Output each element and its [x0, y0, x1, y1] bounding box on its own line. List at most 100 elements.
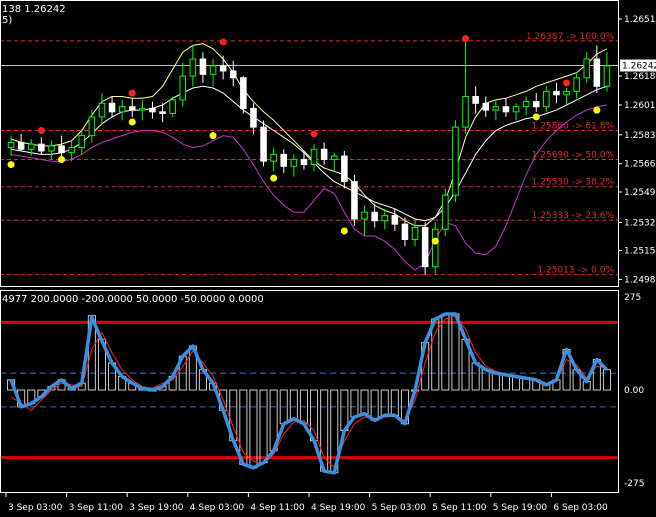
histogram-bar	[441, 313, 450, 391]
candle-body	[7, 141, 15, 149]
time-tick-label: 4 Sep 03:00	[190, 503, 245, 513]
candle-body	[240, 77, 247, 109]
price-tick-label: 1.25665	[624, 160, 656, 170]
price-tick-label: 1.25835	[624, 131, 656, 141]
histogram-bar	[471, 362, 480, 391]
fibonacci-level-label: 1.25530 -> 38.2%	[532, 178, 615, 188]
time-tick-label: 6 Sep 03:00	[553, 503, 608, 513]
time-tick-label: 5 Sep 03:00	[372, 503, 427, 513]
candle-body	[391, 215, 399, 225]
candle-body	[452, 126, 459, 196]
price-tick-label: 1.25155	[624, 247, 656, 257]
oscillator-panel	[0, 312, 618, 475]
price-tick-label: 1.26180	[624, 72, 656, 82]
candle-body	[78, 135, 86, 149]
candle-body	[583, 58, 591, 79]
candle-body	[381, 215, 389, 222]
price-panel-frame	[0, 0, 619, 287]
last-price-marker-label: 1.26242	[622, 62, 656, 72]
candle-body	[411, 227, 419, 240]
candle-body	[290, 158, 298, 167]
fibonacci-level-label: 1.25013 -> 0.0%	[537, 266, 614, 276]
red-signal-dot	[462, 35, 470, 43]
candle-body	[300, 158, 308, 166]
candle-body	[522, 101, 530, 108]
yellow-signal-dot	[128, 118, 136, 126]
time-tick-label: 4 Sep 11:00	[250, 503, 305, 513]
candle-body	[330, 155, 338, 160]
moving-average-magenta-line	[11, 104, 607, 271]
candle-body	[563, 90, 570, 96]
time-tick-label: 3 Sep 11:00	[69, 503, 124, 513]
fibonacci-level-label: 1.26387 -> 100.0%	[526, 32, 614, 42]
histogram-bar	[360, 389, 369, 415]
candle-body	[149, 107, 156, 113]
candle-body	[17, 141, 25, 150]
candle-body	[88, 116, 96, 137]
candle-body	[128, 106, 136, 111]
yellow-signal-dot	[209, 132, 217, 140]
candle-body	[229, 70, 237, 79]
candle-body	[502, 106, 510, 113]
candle-body	[159, 111, 166, 115]
candle-body	[58, 145, 65, 154]
histogram-bar	[491, 372, 500, 391]
price-panel-subtitle: 5)	[2, 15, 12, 26]
candle-body	[421, 227, 429, 268]
red-signal-dot	[37, 127, 45, 135]
yellow-signal-dot	[270, 174, 278, 182]
axes: 1.26515 1.26180 1.26010 1.25835 1.25665 1.254…	[0, 0, 656, 513]
fibonacci-level-label: 1.25333 -> 23.6%	[532, 211, 615, 221]
red-signal-dot	[219, 38, 227, 46]
candle-body	[492, 106, 500, 111]
forex-chart: 1.26387 -> 100.0% 1.25860 -> 61.8% 1.25690…	[0, 0, 656, 513]
moving-average-yellow-line	[10, 43, 608, 227]
time-tick-label: 3 Sep 19:00	[129, 503, 184, 513]
yellow-signal-dot	[340, 227, 348, 235]
candle-body	[603, 65, 611, 87]
fibonacci-level-label: 1.25860 -> 61.8%	[532, 122, 615, 132]
candle-body	[139, 107, 146, 111]
histogram-bar	[350, 389, 359, 418]
candle-body	[179, 75, 187, 101]
histogram-bar	[249, 389, 258, 469]
histogram-bar	[259, 389, 268, 464]
candle-body	[351, 181, 358, 220]
candle-body	[532, 101, 540, 108]
price-tick-label: 1.26010	[624, 101, 656, 111]
candle-body	[48, 145, 55, 152]
histogram-bar	[501, 374, 510, 391]
candle-body	[260, 126, 267, 162]
price-tick-label: 1.25320	[624, 218, 656, 228]
price-panel: 1.26387 -> 100.0% 1.25860 -> 61.8% 1.25690…	[0, 32, 618, 276]
red-signal-dot	[128, 89, 136, 97]
price-tick-label: 1.25499	[624, 188, 656, 198]
candle-body	[553, 90, 560, 96]
candle-body	[472, 95, 479, 104]
time-tick-label: 4 Sep 19:00	[311, 503, 366, 513]
fibonacci-level-label: 1.25690 -> 50.0%	[532, 150, 615, 160]
candle-body	[280, 153, 288, 167]
yellow-signal-dot	[532, 113, 540, 121]
yellow-signal-dot	[7, 161, 15, 169]
candle-body	[593, 58, 601, 87]
price-tick-label: 1.24985	[624, 275, 656, 285]
red-signal-dot	[310, 130, 318, 138]
histogram-bar	[370, 389, 379, 421]
candle-body	[482, 102, 490, 111]
candle-body	[361, 211, 368, 220]
time-tick-label: 5 Sep 11:00	[432, 503, 487, 513]
candle-body	[27, 143, 35, 150]
oscillator-main-line	[9, 312, 609, 475]
yellow-signal-dot	[593, 106, 601, 114]
price-tick-label: 1.26515	[624, 15, 656, 25]
candle-body	[118, 106, 126, 113]
oscillator-tick-label: -275	[624, 479, 644, 489]
candle-body	[38, 143, 45, 152]
candle-body	[108, 102, 116, 113]
candle-body	[512, 106, 520, 113]
yellow-signal-dot	[431, 237, 439, 245]
candle-body	[401, 223, 409, 240]
candle-body	[543, 90, 550, 108]
candle-body	[250, 107, 257, 128]
